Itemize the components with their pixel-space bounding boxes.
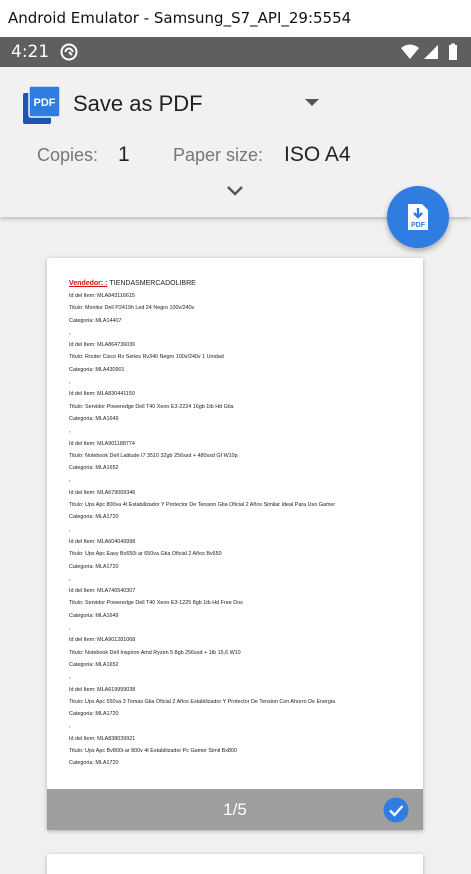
expand-options-chevron-icon[interactable] [226, 185, 244, 197]
item-separator: , [69, 526, 71, 533]
signal-icon [424, 45, 438, 59]
download-pdf-icon: PDF [408, 204, 428, 230]
battery-icon [449, 43, 457, 60]
item-title: Titulo: Ups Apc Easy Bv650i ar 650va Gti… [69, 551, 222, 558]
item-category: Categoria: MLA1720 [69, 514, 119, 521]
paper-size-value[interactable]: ISO A4 [284, 143, 351, 167]
item-separator: , [69, 723, 71, 730]
item-category: Categoria: MLA1720 [69, 760, 119, 767]
item-separator: , [69, 477, 71, 484]
item-title: Titulo: Ups Apc 550va 3 Tomas Gtia Ofici… [69, 698, 336, 705]
item-separator: , [69, 329, 71, 336]
item-title: Titulo: Servidor Poweredge Dell T40 Xeon… [69, 403, 234, 410]
status-bar: 4:21 [0, 37, 471, 67]
item-id: Id del Item: MLA901281068 [69, 637, 136, 644]
item-category: Categoria: MLA1720 [69, 563, 119, 570]
item-separator: , [69, 379, 71, 386]
destination-selector[interactable]: Save as PDF [73, 91, 203, 117]
print-preview-area[interactable]: Vendedor: : TIENDASMERCADOLIBRE Id del I… [0, 217, 471, 874]
item-id: Id del Item: MLA830441150 [69, 391, 135, 398]
paper-size-label: Paper size: [173, 145, 264, 165]
item-category: Categoria: MLA1652 [69, 465, 119, 472]
item-separator: , [69, 674, 71, 681]
preview-page-2[interactable] [47, 854, 423, 874]
item-title: Titulo: Monitor Dell P2419h Led 24 Negro… [69, 305, 195, 312]
copies-label: Copies: [37, 145, 99, 165]
wifi-icon [401, 44, 419, 59]
item-id: Id del Item: MLA679009346 [69, 489, 136, 496]
item-id: Id del Item: MLA740540307 [69, 588, 136, 595]
svg-text:PDF: PDF [411, 222, 426, 229]
window-title: Android Emulator - Samsung_S7_API_29:555… [0, 0, 471, 37]
item-title: Titulo: Router Cisco Rv Series Rv340 Neg… [69, 354, 224, 361]
status-icons [401, 43, 457, 60]
vendor-line: Vendedor: : TIENDASMERCADOLIBRE [69, 280, 409, 292]
download-pdf-button[interactable]: PDF [387, 186, 449, 248]
page-content: Vendedor: : TIENDASMERCADOLIBRE Id del I… [69, 280, 409, 772]
item-title: Titulo: Servidor Poweredge Dell T40 Xeon… [69, 600, 243, 607]
item-category: Categoria: MLA1649 [69, 415, 119, 422]
item-id: Id del Item: MLA619999038 [69, 686, 136, 693]
pdf-icon: PDF [23, 86, 60, 124]
page-selected-check-icon[interactable] [383, 797, 409, 823]
item-separator: , [69, 625, 71, 632]
item-separator: , [69, 428, 71, 435]
item-id: Id del Item: MLA901188774 [69, 440, 135, 447]
item-title: Titulo: Ups Apc 800va 4t Estabilizador Y… [69, 502, 336, 509]
dropdown-caret-icon[interactable] [305, 99, 319, 106]
svg-text:PDF: PDF [34, 97, 56, 109]
status-time: 4:21 [11, 42, 50, 62]
vendor-name: TIENDASMERCADOLIBRE [109, 280, 196, 287]
item-category: Categoria: MLA1652 [69, 661, 119, 668]
item-id: Id del Item: MLA843116615 [69, 293, 135, 299]
vendor-label: Vendedor: : [69, 280, 108, 287]
page-footer: 1/5 [47, 789, 423, 830]
copies-value[interactable]: 1 [118, 143, 130, 167]
item-title: Titulo: Notebook Dell Inspiron Amd Ryzen… [69, 649, 241, 656]
item-id: Id del Item: MLA604049998 [69, 538, 136, 545]
item-separator: , [69, 575, 71, 582]
item-category: Categoria: MLA1649 [69, 612, 119, 619]
item-category: Categoria: MLA14407 [69, 317, 122, 324]
item-id: Id del Item: MLA838039921 [69, 735, 136, 742]
item-id: Id del Item: MLA864736036 [69, 342, 136, 349]
app-notification-icon [60, 43, 78, 61]
item-title: Titulo: Ups Apc Bv800i-ar 800v 4t Estabi… [69, 747, 237, 754]
page-indicator: 1/5 [223, 800, 247, 819]
preview-page[interactable]: Vendedor: : TIENDASMERCADOLIBRE Id del I… [47, 258, 423, 830]
item-title: Titulo: Notebook Dell Latitude I7 3510 3… [69, 452, 238, 459]
item-category: Categoria: MLA1720 [69, 711, 119, 718]
item-category: Categoria: MLA430901 [69, 366, 125, 373]
